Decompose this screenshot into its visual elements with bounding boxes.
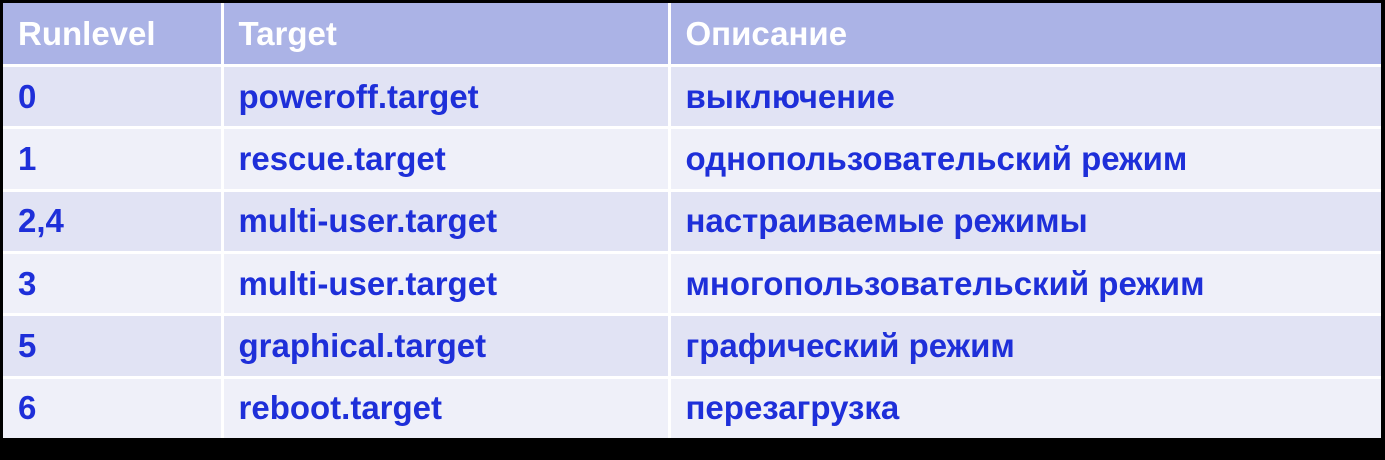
target-cell: poweroff.target [220,65,669,130]
runlevel-cell: 0 [3,65,222,130]
table-header: Runlevel Target Описание [3,3,1381,67]
runlevel-cell: 1 [3,127,222,192]
target-cell: graphical.target [220,314,669,379]
runlevel-table-frame: Runlevel Target Описание 0 poweroff.targ… [3,3,1381,438]
description-cell: многопользовательский режим [667,252,1381,317]
header-target: Target [220,3,669,67]
header-row: Runlevel Target Описание [3,3,1381,67]
description-cell: выключение [667,65,1381,130]
target-cell: rescue.target [220,127,669,192]
runlevel-target-table: Runlevel Target Описание 0 poweroff.targ… [3,3,1381,438]
target-cell: multi-user.target [220,252,669,317]
target-cell: multi-user.target [220,190,669,254]
description-cell: перезагрузка [667,377,1381,438]
table-row: 3 multi-user.target многопользовательски… [3,252,1381,317]
target-cell: reboot.target [220,377,669,438]
description-cell: однопользовательский режим [667,127,1381,192]
table-row: 6 reboot.target перезагрузка [3,377,1381,438]
runlevel-cell: 5 [3,314,222,379]
header-runlevel: Runlevel [3,3,222,67]
table-row: 0 poweroff.target выключение [3,65,1381,130]
description-cell: настраиваемые режимы [667,190,1381,254]
table-row: 1 rescue.target однопользовательский реж… [3,127,1381,192]
table-row: 5 graphical.target графический режим [3,314,1381,379]
header-description: Описание [667,3,1381,67]
description-cell: графический режим [667,314,1381,379]
runlevel-cell: 3 [3,252,222,317]
runlevel-cell: 6 [3,377,222,438]
runlevel-cell: 2,4 [3,190,222,254]
table-row: 2,4 multi-user.target настраиваемые режи… [3,190,1381,254]
table-body: 0 poweroff.target выключение 1 rescue.ta… [3,65,1381,438]
